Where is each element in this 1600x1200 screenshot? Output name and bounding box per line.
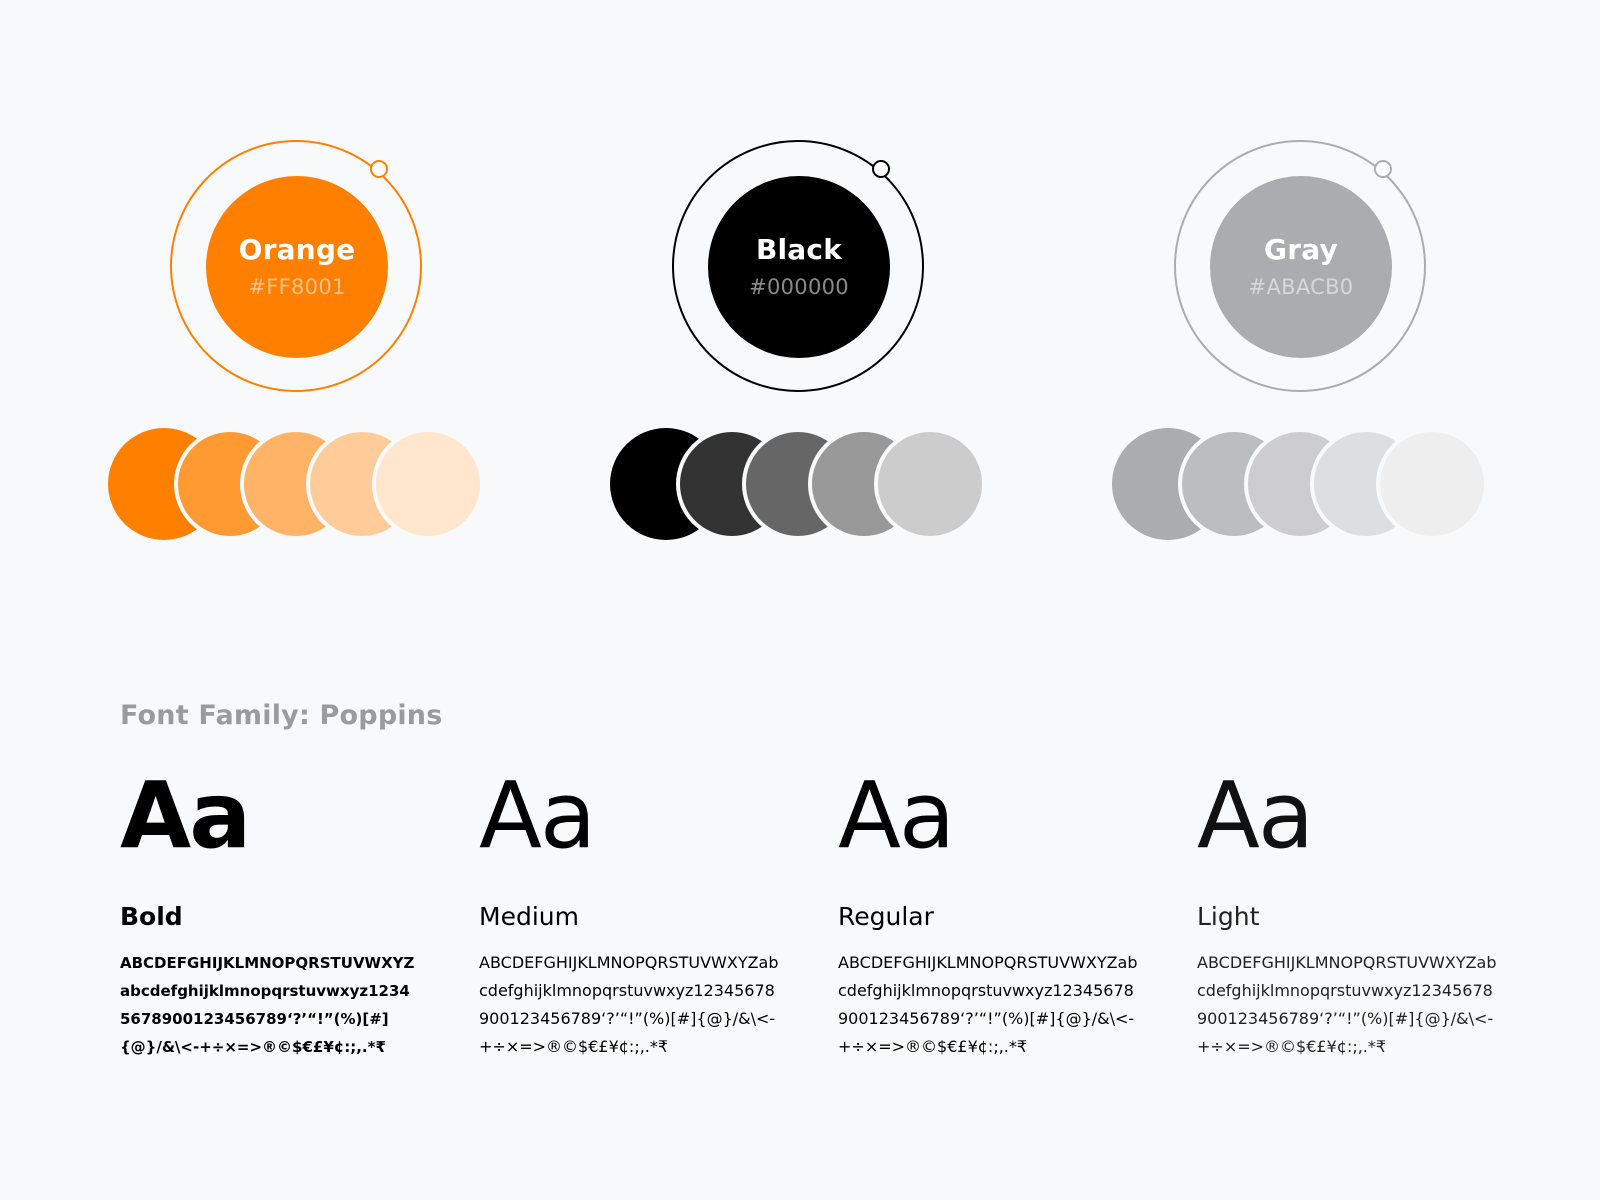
charset-sample-regular: ABCDEFGHIJKLMNOPQRSTUVWXYZabcdefghijklmn… bbox=[838, 953, 1138, 1056]
black-main-swatch: Black #000000 bbox=[708, 176, 890, 358]
orange-tint-row bbox=[108, 428, 488, 540]
charset-sample-light: ABCDEFGHIJKLMNOPQRSTUVWXYZabcdefghijklmn… bbox=[1197, 953, 1497, 1056]
weight-label-light: Light bbox=[1197, 902, 1260, 931]
weight-label-bold: Bold bbox=[120, 902, 183, 931]
gray-swatch-name: Gray bbox=[1264, 233, 1338, 267]
weight-column-light: Aa Light ABCDEFGHIJKLMNOPQRSTUVWXYZabcde… bbox=[1197, 770, 1497, 1061]
weight-column-medium: Aa Medium ABCDEFGHIJKLMNOPQRSTUVWXYZabcd… bbox=[479, 770, 779, 1061]
orange-main-swatch: Orange #FF8001 bbox=[206, 176, 388, 358]
font-family-title: Font Family: Poppins bbox=[120, 700, 443, 731]
charset-sample-medium: ABCDEFGHIJKLMNOPQRSTUVWXYZabcdefghijklmn… bbox=[479, 953, 779, 1056]
aa-sample-light: Aa bbox=[1197, 762, 1314, 869]
orange-swatch-hex: #FF8001 bbox=[248, 274, 346, 299]
orange-ring-knob bbox=[370, 160, 388, 178]
weight-label-medium: Medium bbox=[479, 902, 579, 931]
weight-label-regular: Regular bbox=[838, 902, 934, 931]
gray-tint-5 bbox=[1376, 428, 1488, 540]
gray-ring-knob bbox=[1374, 160, 1392, 178]
aa-sample-bold: Aa bbox=[120, 762, 251, 869]
orange-tint-5 bbox=[372, 428, 484, 540]
aa-sample-medium: Aa bbox=[479, 762, 596, 869]
black-ring-knob bbox=[872, 160, 890, 178]
gray-main-swatch: Gray #ABACB0 bbox=[1210, 176, 1392, 358]
black-tint-row bbox=[610, 428, 990, 540]
weight-column-regular: Aa Regular ABCDEFGHIJKLMNOPQRSTUVWXYZabc… bbox=[838, 770, 1138, 1061]
gray-swatch-hex: #ABACB0 bbox=[1248, 274, 1354, 299]
weight-column-bold: Aa Bold ABCDEFGHIJKLMNOPQRSTUVWXYZabcdef… bbox=[120, 770, 420, 1061]
gray-tint-row bbox=[1112, 428, 1492, 540]
black-swatch-hex: #000000 bbox=[749, 274, 849, 299]
color-palette: Orange #FF8001 Black #000000 Gray #ABACB… bbox=[0, 0, 1600, 560]
black-tint-5 bbox=[874, 428, 986, 540]
aa-sample-regular: Aa bbox=[838, 762, 955, 869]
charset-sample-bold: ABCDEFGHIJKLMNOPQRSTUVWXYZabcdefghijklmn… bbox=[120, 954, 415, 1056]
black-swatch-name: Black bbox=[755, 233, 843, 267]
orange-swatch-name: Orange bbox=[238, 233, 356, 267]
